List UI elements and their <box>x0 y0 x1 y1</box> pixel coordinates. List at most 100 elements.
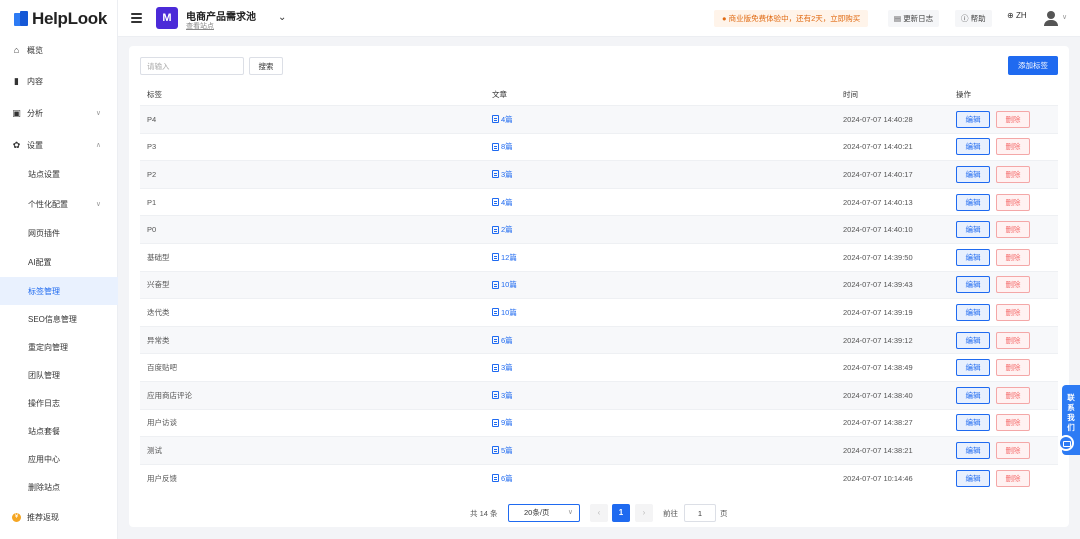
page-size-select[interactable]: 20条/页 ∨ <box>508 504 580 522</box>
edit-button[interactable]: 编辑 <box>956 414 990 432</box>
article-count-link[interactable]: 3篇 <box>492 362 843 373</box>
edit-button[interactable]: 编辑 <box>956 248 990 266</box>
sidebar-item-analytics[interactable]: ▣ 分析 ∨ <box>0 100 118 126</box>
created-time: 2024-07-07 10:14:46 <box>843 473 913 483</box>
page-number-current[interactable]: 1 <box>612 504 630 522</box>
sidebar-sub-personalization[interactable]: 个性化配置 ∨ <box>0 191 118 217</box>
view-site-link[interactable]: 查看站点 <box>186 21 214 31</box>
edit-button[interactable]: 编辑 <box>956 138 990 156</box>
sidebar-sub-app-center[interactable]: 应用中心 <box>0 446 118 472</box>
gear-icon: ✿ <box>12 139 21 150</box>
sidebar-sub-operation-log[interactable]: 操作日志 <box>0 390 118 416</box>
changelog-button[interactable]: ▤ 更新日志 <box>888 10 940 27</box>
language-switch[interactable]: ⊕ ZH <box>1007 11 1027 20</box>
delete-button[interactable]: 删除 <box>996 441 1030 459</box>
article-count: 5篇 <box>501 445 513 455</box>
search-input[interactable] <box>140 57 244 75</box>
delete-button[interactable]: 删除 <box>996 248 1030 266</box>
created-time: 2024-07-07 14:38:49 <box>843 363 913 373</box>
sidebar-item-overview[interactable]: ⌂ 概览 <box>0 37 118 63</box>
sidebar-item-settings[interactable]: ✿ 设置 ∧ <box>0 132 118 158</box>
edit-button[interactable]: 编辑 <box>956 441 990 459</box>
delete-button[interactable]: 删除 <box>996 414 1030 432</box>
edit-button[interactable]: 编辑 <box>956 221 990 239</box>
sidebar-sub-site-settings[interactable]: 站点设置 <box>0 161 118 187</box>
article-count-link[interactable]: 8篇 <box>492 141 843 152</box>
tag-management-panel: 搜索 添加标签 标签 文章 时间 操作 P4 4篇 2024-07-07 14:40… <box>129 46 1069 527</box>
edit-button[interactable]: 编辑 <box>956 359 990 377</box>
edit-button[interactable]: 编辑 <box>956 276 990 294</box>
edit-button[interactable]: 编辑 <box>956 193 990 211</box>
article-count-link[interactable]: 5篇 <box>492 445 843 456</box>
sidebar-sub-seo[interactable]: SEO信息管理 <box>0 306 118 332</box>
sidebar-sub-site-plan[interactable]: 站点套餐 <box>0 418 118 444</box>
prev-page-button[interactable]: ‹ <box>590 504 608 522</box>
edit-button[interactable]: 编辑 <box>956 110 990 128</box>
delete-button[interactable]: 删除 <box>996 110 1030 128</box>
tag-name: P3 <box>147 142 157 152</box>
search-button[interactable]: 搜索 <box>249 57 283 75</box>
sidebar-sub-delete-site[interactable]: 删除站点 <box>0 474 118 500</box>
document-icon <box>492 336 499 345</box>
sidebar-item-content[interactable]: ▮ 内容 <box>0 68 118 94</box>
sidebar-sub-ai-config[interactable]: AI配置 <box>0 249 118 275</box>
sidebar-item-label: 标签管理 <box>28 286 60 296</box>
article-count: 4篇 <box>501 114 513 124</box>
goto-page-input[interactable] <box>684 504 716 522</box>
article-count-link[interactable]: 4篇 <box>492 197 843 208</box>
menu-icon[interactable] <box>131 13 142 23</box>
article-count-link[interactable]: 6篇 <box>492 335 843 346</box>
article-count-link[interactable]: 3篇 <box>492 169 843 180</box>
add-tag-button[interactable]: 添加标签 <box>1008 56 1058 75</box>
delete-button[interactable]: 删除 <box>996 276 1030 294</box>
chevron-down-icon[interactable]: ⌄ <box>278 12 286 23</box>
article-count-link[interactable]: 3篇 <box>492 390 843 401</box>
delete-button[interactable]: 删除 <box>996 221 1030 239</box>
article-count-link[interactable]: 12篇 <box>492 252 843 263</box>
table-row: P4 4篇 2024-07-07 14:40:28 编辑 删除 <box>140 105 1058 133</box>
sidebar-sub-tag-management[interactable]: 标签管理 <box>0 277 118 305</box>
delete-button[interactable]: 删除 <box>996 359 1030 377</box>
edit-button[interactable]: 编辑 <box>956 469 990 487</box>
sidebar-sub-team[interactable]: 团队管理 <box>0 362 118 388</box>
help-button[interactable]: ⓘ 帮助 <box>955 10 992 27</box>
delete-button[interactable]: 删除 <box>996 165 1030 183</box>
next-page-button[interactable]: › <box>635 504 653 522</box>
delete-button[interactable]: 删除 <box>996 386 1030 404</box>
delete-button[interactable]: 删除 <box>996 331 1030 349</box>
article-count-link[interactable]: 2篇 <box>492 224 843 235</box>
tag-name: 用户反馈 <box>147 473 177 483</box>
tag-name: P2 <box>147 169 157 179</box>
sidebar-item-referral[interactable]: ¥ 推荐返现 <box>0 504 118 530</box>
edit-button[interactable]: 编辑 <box>956 303 990 321</box>
table-header: 标签 文章 时间 操作 <box>140 84 1058 105</box>
table-row: 百度贴吧 3篇 2024-07-07 14:38:49 编辑 删除 <box>140 353 1058 381</box>
home-icon: ⌂ <box>13 44 20 55</box>
created-time: 2024-07-07 14:39:19 <box>843 307 913 317</box>
sidebar-item-label: SEO信息管理 <box>28 314 77 324</box>
delete-button[interactable]: 删除 <box>996 138 1030 156</box>
sidebar-sub-web-plugin[interactable]: 网页插件 <box>0 220 118 246</box>
article-count-link[interactable]: 10篇 <box>492 307 843 318</box>
delete-button[interactable]: 删除 <box>996 303 1030 321</box>
document-icon <box>492 142 499 151</box>
edit-button[interactable]: 编辑 <box>956 331 990 349</box>
delete-button[interactable]: 删除 <box>996 469 1030 487</box>
trial-notice[interactable]: ● 商业版免费体验中，还有2天，立即购买 <box>714 10 869 27</box>
article-count-link[interactable]: 6篇 <box>492 473 843 484</box>
sidebar-sub-redirect[interactable]: 重定向管理 <box>0 334 118 360</box>
delete-button[interactable]: 删除 <box>996 193 1030 211</box>
document-icon <box>492 225 499 234</box>
user-avatar-icon[interactable] <box>1044 10 1058 26</box>
article-count-link[interactable]: 9篇 <box>492 417 843 428</box>
article-count-link[interactable]: 10篇 <box>492 279 843 290</box>
article-count-link[interactable]: 4篇 <box>492 114 843 125</box>
edit-button[interactable]: 编辑 <box>956 165 990 183</box>
sidebar-item-label: 网页插件 <box>28 228 60 238</box>
chat-icon[interactable] <box>1058 435 1074 451</box>
table-row: P0 2篇 2024-07-07 14:40:10 编辑 删除 <box>140 215 1058 243</box>
edit-button[interactable]: 编辑 <box>956 386 990 404</box>
brand-logo[interactable]: HelpLook <box>0 0 117 37</box>
chevron-down-icon[interactable]: ∨ <box>1062 13 1067 21</box>
document-icon <box>492 170 499 179</box>
